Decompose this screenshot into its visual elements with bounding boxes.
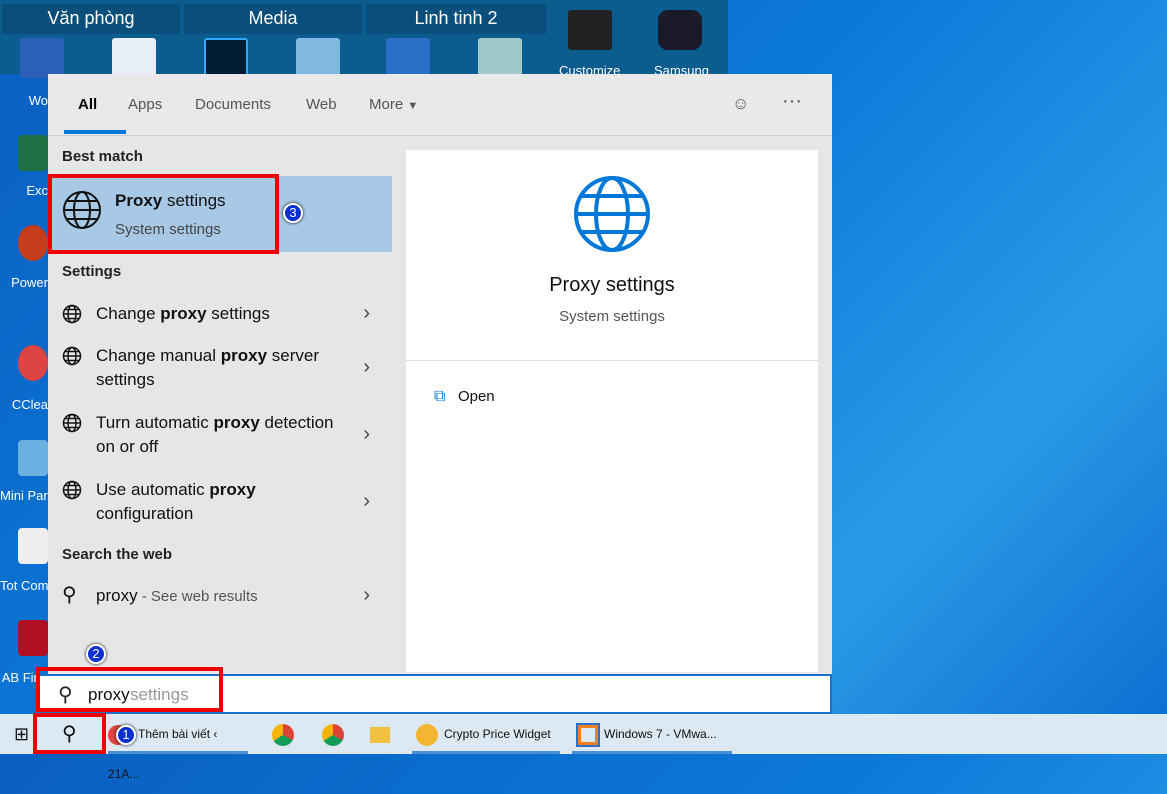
start-tiles-area: Văn phòng Media Linh tinh 2 Customize Sa… [0,0,728,78]
desktop-label: Power [11,275,48,290]
open-label: Open [457,388,495,405]
abbyy-icon[interactable] [18,620,48,656]
open-icon: ⧉ [434,388,446,405]
totalcommander-icon[interactable] [18,528,48,564]
desktop-label: Mini Part [0,488,48,503]
web-suffix: - See web results [137,588,258,605]
chevron-right-icon[interactable]: › [363,584,370,607]
settings-result-label: Turn automatic proxy detection on or off [96,413,334,456]
preview-pane: Proxy settings System settings ⧉ Open [406,150,818,672]
chrome-icon[interactable] [322,714,344,754]
web-query: proxy [96,586,138,605]
file-explorer-icon[interactable] [370,714,390,754]
search-panel: All Apps Documents Web More ▼ ☺ ··· Best… [48,74,832,714]
tile-group-header: Linh tinh 2 [366,4,546,34]
tab-web[interactable]: Web [306,96,337,113]
globe-icon [574,176,650,252]
desktop-label: CClea [11,397,48,412]
photoshop-tile[interactable] [204,38,248,78]
chrome-icon[interactable] [272,714,294,754]
tab-all[interactable]: All [78,96,97,113]
taskbar-label: Crypto Price Widget [444,727,551,741]
search-tabs: All Apps Documents Web More ▼ ☺ ··· [48,74,832,136]
desktop-label: Tot Comm [0,578,48,593]
preview-title: Proxy settings [549,274,675,296]
chevron-right-icon[interactable]: › [363,302,370,325]
tab-more[interactable]: More ▼ [369,96,418,113]
word-tile[interactable] [20,38,64,78]
more-options-icon[interactable]: ··· [782,90,802,113]
caret-down-icon: ▼ [407,100,419,112]
web-search-result[interactable]: ⚲ proxy - See web results › [48,576,392,616]
feedback-icon[interactable]: ☺ [732,94,749,114]
tab-apps[interactable]: Apps [128,96,162,113]
preview-subtitle: System settings [559,308,665,325]
settings-result-label: Change manual proxy server settings [96,346,320,389]
calculator-tile[interactable] [386,38,430,78]
globe-icon [62,304,82,324]
step-badge: 3 [283,203,303,223]
tile-group-header: Văn phòng [2,4,180,34]
globe-icon [62,346,82,366]
ccleaner-icon[interactable] [18,345,48,381]
annotation-box [48,174,279,254]
samsung-tile[interactable] [658,10,702,50]
chevron-right-icon[interactable]: › [363,490,370,513]
taskbar-label: Windows 7 - VMwa... [604,727,717,741]
step-badge: 1 [116,725,136,745]
open-action[interactable]: ⧉ Open [434,388,495,406]
excel-icon[interactable] [18,135,48,171]
annotation-box [36,667,223,712]
section-header: Search the web [62,546,173,563]
desktop-label: Exc [26,183,48,198]
settings-result[interactable]: Use automatic proxy configuration › [48,474,392,534]
annotation-box [33,713,106,754]
tab-more-label: More [369,96,404,113]
taskbar: ⊞ ⚲ Thêm bài viết ‹ 21A... Crypto Price … [0,714,1167,781]
divider [406,360,818,361]
powerpoint-icon[interactable] [18,225,48,261]
chevron-right-icon[interactable]: › [363,356,370,379]
minitool-icon[interactable] [18,440,48,476]
step-badge: 2 [86,644,106,664]
settings-result-label: Use automatic proxy configuration [96,480,256,523]
globe-icon [62,413,82,433]
settings-result[interactable]: Change manual proxy server settings › [48,340,392,400]
active-tab-indicator [64,130,126,134]
taskbar-item-crypto[interactable]: Crypto Price Widget [412,714,560,754]
settings-result[interactable]: Turn automatic proxy detection on or off… [48,407,392,467]
customize-tile[interactable] [568,10,612,50]
windows-start-icon[interactable]: ⊞ [14,714,29,754]
settings-result-label: Change proxy settings [96,304,270,323]
word-tile[interactable] [112,38,156,78]
section-header: Best match [62,148,143,165]
chevron-right-icon[interactable]: › [363,423,370,446]
taskbar-item-vmware[interactable]: Windows 7 - VMwa... [572,714,732,754]
desktop-label: Wo [28,93,48,108]
search-icon: ⚲ [62,584,77,606]
photos-tile[interactable] [296,38,340,78]
tile-group-header: Media [184,4,362,34]
tab-documents[interactable]: Documents [195,96,271,113]
globe-icon [62,480,82,500]
section-header: Settings [62,263,122,280]
notepad-tile[interactable] [478,38,522,78]
settings-result[interactable]: Change proxy settings › [48,298,392,338]
